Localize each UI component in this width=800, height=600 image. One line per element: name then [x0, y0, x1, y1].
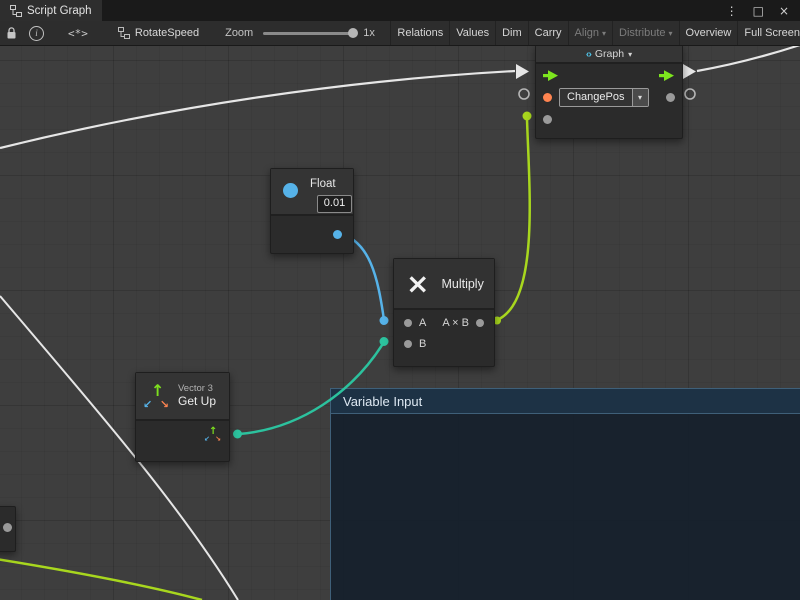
arrow-down-left-icon: ↙	[204, 435, 210, 443]
arrow-down-left-icon: ↙	[143, 398, 152, 411]
chevron-down-icon[interactable]: ▾	[632, 89, 648, 106]
relations-button[interactable]: Relations	[390, 21, 449, 45]
float-output-port[interactable]	[333, 230, 342, 239]
chevron-down-icon: ▾	[669, 29, 673, 38]
changepos-input-port[interactable]	[543, 93, 552, 102]
tab-bar: Script Graph ⋮ □ ×	[0, 0, 800, 21]
vector3-icon: ↑ ↙ ↘	[144, 383, 170, 409]
dim-button[interactable]: Dim	[495, 21, 528, 45]
distribute-button[interactable]: Distribute ▾	[612, 21, 678, 45]
arrow-down-right-icon: ↘	[215, 435, 221, 443]
graph-name-label: RotateSpeed	[135, 27, 199, 39]
values-button[interactable]: Values	[449, 21, 495, 45]
chevron-down-icon: ▾	[602, 29, 606, 38]
arrow-down-right-icon: ↘	[160, 398, 169, 411]
close-icon[interactable]: ×	[779, 4, 789, 18]
multiply-node-header[interactable]: × Multiply	[394, 259, 494, 310]
float-node-title: Float	[310, 178, 336, 190]
multiply-b-port[interactable]	[404, 340, 412, 348]
graph-value-input-port[interactable]	[543, 115, 552, 124]
vector3-output-port-icon[interactable]: ↑ ↙ ↘	[205, 427, 221, 443]
vector3-type-label: Vector 3	[178, 383, 216, 395]
script-graph-tab-icon	[10, 5, 22, 17]
carry-button[interactable]: Carry	[528, 21, 568, 45]
align-button[interactable]: Align ▾	[568, 21, 612, 45]
multiply-a-label: A	[419, 317, 426, 329]
multiply-a-port[interactable]	[404, 319, 412, 327]
graph-toolbar: i <*> RotateSpeed Zoom 1x Relations Valu…	[0, 21, 800, 46]
variable-input-group-title: Variable Input	[343, 394, 422, 409]
graph-node-title: Graph	[595, 48, 624, 60]
node-fragment[interactable]	[0, 506, 16, 552]
script-graph-icon: ‹›	[586, 48, 591, 60]
node-multiply[interactable]: × Multiply A A × B B	[393, 258, 495, 367]
flow-output-arrow-icon[interactable]	[659, 69, 675, 82]
kebab-menu-icon[interactable]: ⋮	[726, 4, 738, 18]
script-graph-window: Variable Input ‹› Graph ▾	[0, 0, 800, 600]
flow-input-arrow-icon[interactable]	[543, 69, 559, 82]
distribute-label: Distribute	[619, 27, 665, 39]
multiply-node-title: Multiply	[441, 277, 483, 291]
vector3-node-ports: ↑ ↙ ↘	[136, 421, 229, 459]
multiply-icon: ×	[406, 270, 429, 298]
float-type-icon	[283, 183, 298, 198]
changepos-dropdown[interactable]: ChangePos ▾	[559, 88, 649, 107]
variable-input-group-body[interactable]	[331, 414, 800, 600]
tab-script-graph[interactable]: Script Graph	[0, 0, 102, 21]
zoom-slider[interactable]	[263, 26, 355, 40]
changepos-output-port[interactable]	[666, 93, 675, 102]
changepos-dropdown-value: ChangePos	[560, 89, 632, 106]
variable-input-group-header[interactable]: Variable Input	[331, 389, 800, 414]
tab-title: Script Graph	[27, 5, 92, 17]
full-screen-button[interactable]: Full Screen	[737, 21, 800, 45]
lock-icon[interactable]	[6, 27, 17, 40]
maximize-icon[interactable]: □	[753, 4, 764, 18]
float-node-header[interactable]: Float 0.01	[271, 169, 353, 216]
vector3-node-title: Get Up	[178, 394, 216, 409]
overview-button[interactable]: Overview	[679, 21, 738, 45]
graph-node-header[interactable]: ‹› Graph ▾	[536, 46, 682, 64]
float-value-input[interactable]: 0.01	[317, 195, 352, 213]
graph-file-icon	[118, 27, 130, 39]
info-icon[interactable]: i	[29, 26, 44, 41]
graph-name[interactable]: RotateSpeed	[118, 27, 199, 39]
zoom-label: Zoom	[225, 27, 253, 39]
node-graph-event[interactable]: ‹› Graph ▾ ChangePos ▾	[535, 45, 683, 139]
multiply-output-port[interactable]	[476, 319, 484, 327]
multiply-b-label: B	[419, 338, 426, 350]
multiply-output-label: A × B	[442, 317, 469, 329]
code-icon[interactable]: <*>	[68, 27, 88, 40]
chevron-down-icon: ▾	[628, 50, 632, 59]
node-float-literal[interactable]: Float 0.01	[270, 168, 354, 254]
fragment-port[interactable]	[3, 523, 12, 532]
zoom-slider-track[interactable]	[263, 32, 355, 35]
align-label: Align	[575, 27, 599, 39]
node-vector3-get-up[interactable]: ↑ ↙ ↘ Vector 3 Get Up ↑ ↙ ↘	[135, 372, 230, 462]
zoom-slider-knob[interactable]	[348, 28, 358, 38]
float-node-ports	[271, 216, 353, 251]
zoom-value: 1x	[363, 27, 375, 39]
variable-input-group[interactable]: Variable Input	[330, 388, 800, 600]
vector3-node-header[interactable]: ↑ ↙ ↘ Vector 3 Get Up	[136, 373, 229, 421]
